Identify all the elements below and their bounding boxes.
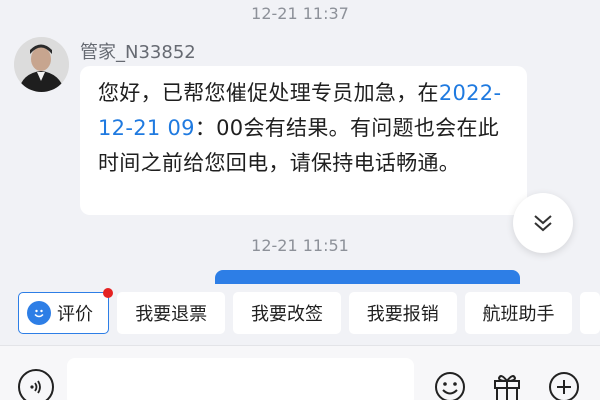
smiley-icon <box>27 301 51 325</box>
message-text: 您好，已帮您催促处理专员加急，在 <box>98 81 439 105</box>
change-ticket-button[interactable]: 我要改签 <box>233 292 341 334</box>
refund-button[interactable]: 我要退票 <box>117 292 226 334</box>
chevron-down-icon <box>534 215 552 232</box>
message-timestamp: 12-21 11:51 <box>251 236 349 255</box>
flight-assistant-button[interactable]: 航班助手 <box>464 292 573 334</box>
more-actions-chip[interactable] <box>580 292 600 334</box>
quick-action-bar: 评价 我要退票 我要改签 我要报销 航班助手 <box>0 284 600 340</box>
rate-label: 评价 <box>57 304 93 325</box>
message-timestamp: 12-21 11:37 <box>251 4 349 23</box>
reimbursement-button[interactable]: 我要报销 <box>348 292 457 334</box>
smiley-icon <box>435 372 465 400</box>
agent-portrait-icon <box>14 37 69 92</box>
voice-button[interactable] <box>18 369 54 400</box>
message-input[interactable] <box>67 358 414 400</box>
rate-button[interactable]: 评价 <box>18 288 114 334</box>
gift-icon <box>494 375 520 400</box>
voice-icon <box>30 380 41 394</box>
more-button[interactable] <box>546 369 582 400</box>
emoji-button[interactable] <box>432 369 468 400</box>
notification-dot <box>103 288 114 298</box>
agent-name: 管家_N33852 <box>80 42 196 63</box>
agent-avatar[interactable] <box>14 37 69 92</box>
gift-button[interactable] <box>489 369 525 400</box>
plus-icon <box>549 372 579 400</box>
input-bar <box>0 345 600 400</box>
agent-message-bubble: 您好，已帮您催促处理专员加急，在2022-12-21 09：00会有结果。有问题… <box>80 66 527 215</box>
